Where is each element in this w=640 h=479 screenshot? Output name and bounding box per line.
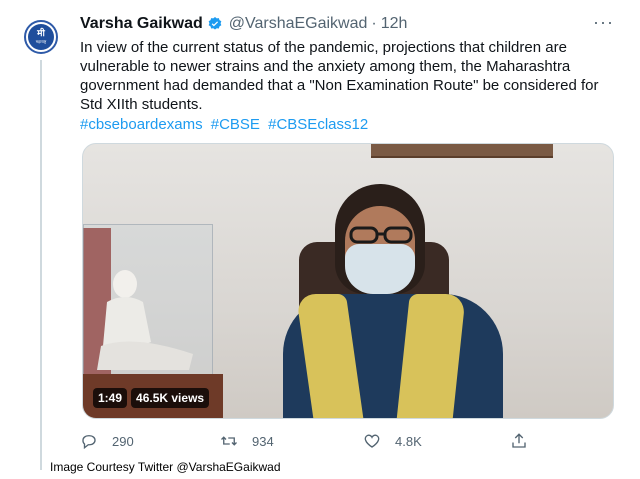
tweet-time[interactable]: 12h [381,15,408,33]
more-icon[interactable]: ··· [593,12,614,32]
like-button[interactable]: 4.8K [363,432,422,450]
heart-icon [364,434,380,448]
wall-frame [371,144,553,158]
avatar-text: मी [37,29,45,39]
reply-button[interactable]: 290 [80,432,134,450]
tweet-header: Varsha Gaikwad @VarshaEGaikwad · 12h ··· [80,12,620,36]
like-count: 4.8K [395,433,422,449]
statue-figure [97,270,193,370]
avatar-logo: मी महाराष्ट्र [28,24,54,50]
hashtag-link[interactable]: #CBSE [211,116,260,133]
retweet-count: 934 [252,433,274,449]
retweet-icon [221,436,237,446]
share-button[interactable] [510,432,528,450]
video-duration: 1:49 [93,388,128,408]
share-icon [512,433,526,448]
video-views: 46.5K views [131,388,210,408]
hashtag-link[interactable]: #CBSEclass12 [268,116,368,133]
thread-line [40,60,42,470]
tweet-text: In view of the current status of the pan… [80,39,599,113]
separator-dot: · [371,15,377,32]
author-handle[interactable]: @VarshaEGaikwad [229,15,368,33]
reply-icon [82,435,96,450]
avatar[interactable]: मी महाराष्ट्र [24,20,58,54]
verified-badge-icon [207,16,223,32]
video-badges: 1:49 46.5K views [93,388,210,408]
retweet-button[interactable]: 934 [220,432,274,450]
hashtag-link[interactable]: #cbseboardexams [80,116,203,133]
reply-count: 290 [112,433,134,449]
hashtag-list: #cbseboardexams #CBSE #CBSEclass12 [80,115,372,134]
face-mask [345,244,415,294]
image-caption: Image Courtesy Twitter @VarshaEGaikwad [50,460,281,474]
glasses [349,226,413,244]
author-name[interactable]: Varsha Gaikwad [80,15,203,33]
avatar-subtext: महाराष्ट्र [35,39,47,44]
video-player[interactable]: 1:49 46.5K views [82,143,614,419]
tweet-actions: 290 934 4.8K [80,430,540,452]
